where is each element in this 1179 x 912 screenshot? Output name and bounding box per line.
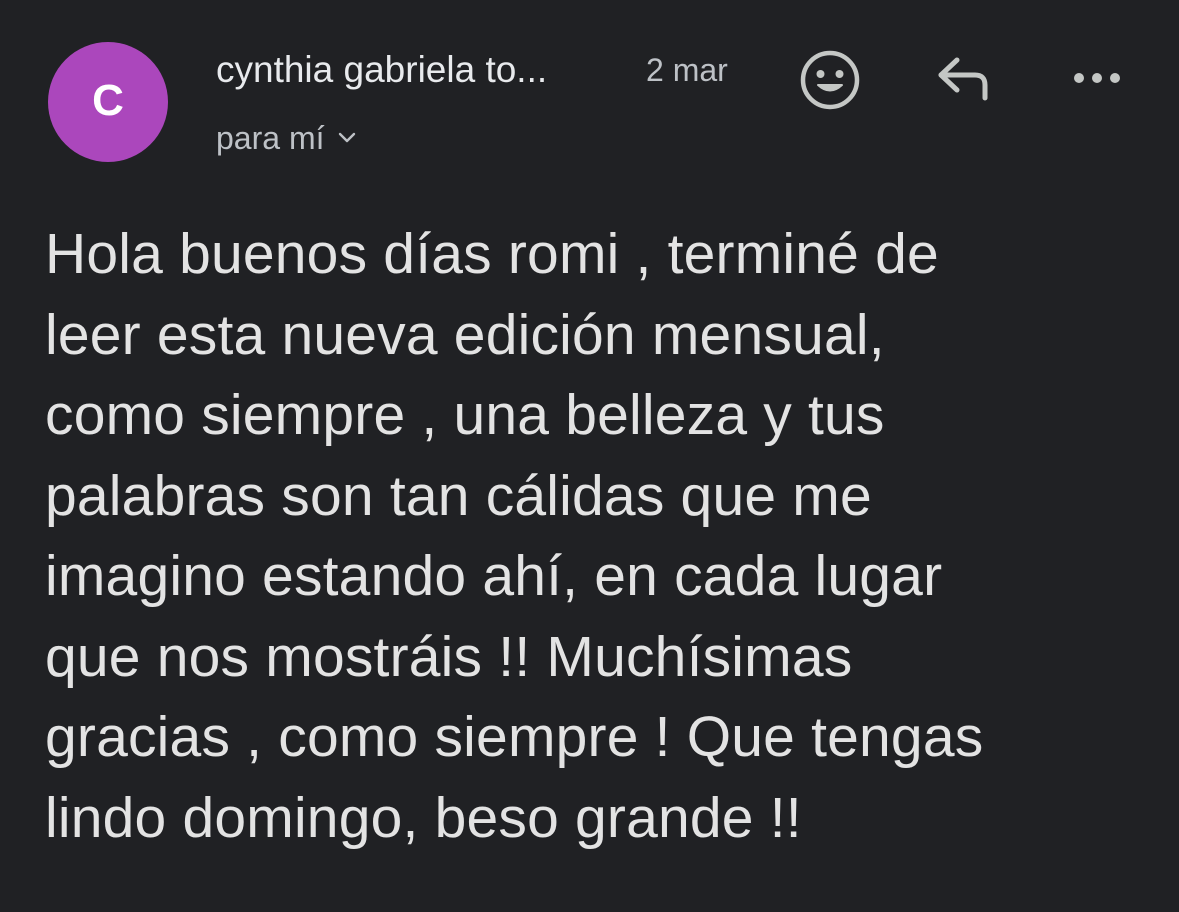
message-line: gracias , como siempre ! Que tengas <box>45 705 984 769</box>
more-options-button[interactable] <box>1062 56 1132 100</box>
message-line: lindo domingo, beso grande !! <box>45 785 802 850</box>
message-body: Hola buenos días romi , terminé de leer … <box>45 214 1145 858</box>
more-options-icon <box>1074 73 1120 83</box>
message-line: que nos mostráis !! Muchísimas <box>45 624 853 689</box>
emoji-reaction-button[interactable] <box>796 46 864 114</box>
avatar[interactable]: C <box>48 42 168 162</box>
sender-name[interactable]: cynthia gabriela to... <box>216 50 547 90</box>
message-line: leer esta nueva edición mensual, <box>45 302 885 367</box>
recipient-label: para mí <box>216 120 325 156</box>
message-line: imagino estando ahí, en cada lugar <box>45 544 943 608</box>
message-line: Hola buenos días romi , terminé de <box>45 222 939 286</box>
chevron-down-icon <box>339 132 356 143</box>
recipient-details-toggle[interactable]: para mí <box>216 118 356 158</box>
emoji-reaction-icon <box>800 50 860 110</box>
reply-button[interactable] <box>928 48 998 108</box>
reply-icon <box>938 57 988 101</box>
message-line: como siempre , una belleza y tus <box>45 383 885 447</box>
avatar-letter: C <box>92 76 124 125</box>
message-line: palabras son tan cálidas que me <box>45 463 872 528</box>
message-date: 2 mar <box>646 52 728 88</box>
